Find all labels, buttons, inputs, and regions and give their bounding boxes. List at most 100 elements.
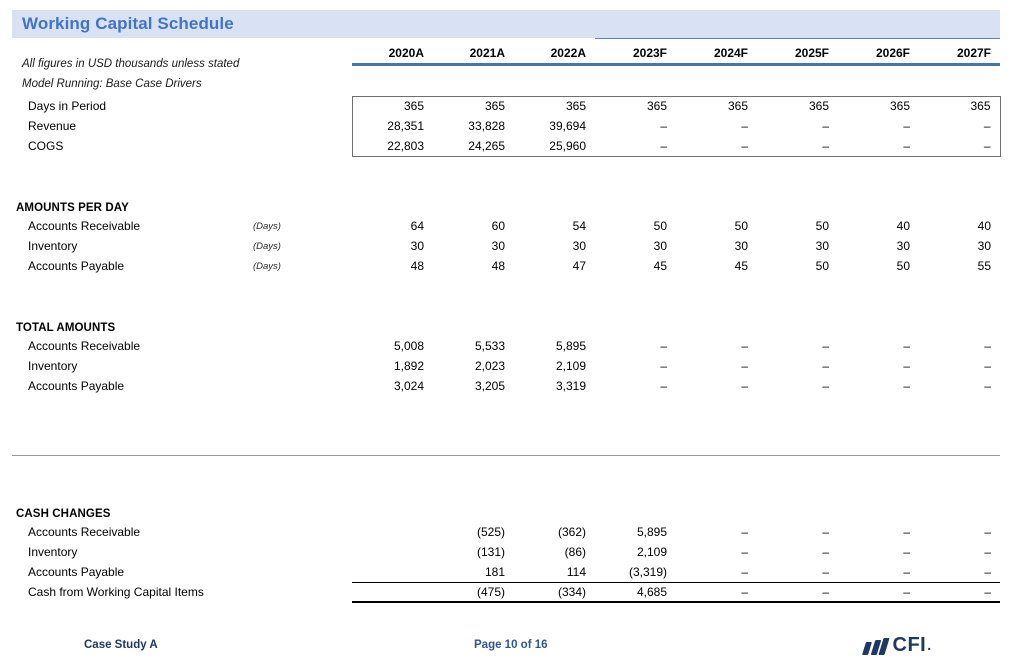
spacer-row [12,156,1000,184]
cell-cogs-2023F: – [595,136,676,157]
cell-apd-ar-2024F: 50 [734,219,748,233]
spacer-row [12,28,1000,38]
cell-apd-ar-2021A: 60 [491,219,505,233]
table-row-cc-inventory: Inventory (131) (86) 2,109 – – – – [12,542,1000,562]
cell-cc-ap-2022A: 114 [566,564,586,579]
row-unit [253,562,352,582]
row-label: Accounts Receivable [28,219,141,233]
cell-ta-ar-2021A: 5,533 [474,339,505,353]
spacer-row [12,434,1000,462]
cell-cc-inv-2024F: – [741,545,748,559]
cell-cogs-2025F: – [757,136,838,157]
cell-ta-inv-2027F: – [984,359,991,373]
cell-days-2020A: 365 [351,95,433,116]
row-unit [253,96,352,116]
header-unit-col [253,38,352,64]
cell-apd-ar-2027F: 40 [977,219,991,233]
cell-cc-ap-2025F: – [822,564,829,579]
cell-cogs-2024F: – [676,136,757,157]
header-year-2025F: 2025F [757,37,838,64]
table-row-apd-inventory: Inventory (Days) 30 30 30 30 30 30 30 30 [12,236,1000,256]
cell-cc-inv-2020A [352,542,433,562]
cell-ta-ap-2026F: – [903,379,910,393]
footer-case-study: Case Study A [84,639,158,651]
spacer-row [12,462,1000,490]
cell-revenue-2025F: – [822,119,829,133]
cell-cfwc-2023F: 4,685 [595,581,676,603]
cell-cfwc-2026F: – [838,581,919,603]
cell-ta-ar-2020A: 5,008 [393,339,424,353]
cell-ta-ar-2023F: – [660,339,667,353]
cell-apd-ap-2025F: 50 [815,259,829,273]
cell-cc-inv-2025F: – [822,545,829,559]
cell-cfwc-2024F: – [676,581,757,603]
row-unit [253,356,352,376]
row-label: Accounts Receivable [28,525,141,539]
cell-cc-ap-2024F: – [741,564,748,579]
cfi-logo-dot: . [927,637,932,653]
row-unit [253,582,352,602]
cell-cc-inv-2021A: (131) [476,545,505,559]
cell-apd-ar-2022A: 54 [572,219,586,233]
row-unit: (Days) [253,220,281,232]
section-divider [12,455,1000,456]
worksheet-page: Working Capital Schedule All figures in … [0,0,1024,672]
row-unit [253,136,352,156]
cell-ta-ar-2027F: – [984,339,991,353]
section-heading-total-amounts: TOTAL AMOUNTS [16,322,116,334]
header-year-2022A: 2022A [550,45,586,60]
cell-cc-ar-2026F: – [903,525,910,539]
cell-ta-ap-2027F: – [984,379,991,393]
cell-days-2021A: 365 [433,95,514,116]
cell-apd-inv-2026F: 30 [896,239,910,253]
cell-apd-ap-2020A: 48 [410,259,424,273]
row-unit [253,336,352,356]
cell-ta-ap-2022A: 3,319 [555,379,586,393]
cell-cc-ap-2023F: (3,319) [628,564,667,579]
cell-cc-inv-2023F: 2,109 [636,545,667,559]
row-label: Accounts Payable [28,379,125,393]
cell-cc-ar-2024F: – [741,525,748,539]
cell-days-2027F: 365 [919,95,1001,116]
table-row-apd-ap: Accounts Payable (Days) 48 48 47 45 45 5… [12,256,1000,276]
header-year-2024F: 2024F [676,37,757,64]
cell-cogs-2026F: – [838,136,919,157]
cfi-logo-text: CFI [892,634,927,656]
cfi-logo: CFI . [862,632,932,658]
section-heading-amounts-per-day: AMOUNTS PER DAY [16,202,129,214]
cell-cc-inv-2026F: – [903,545,910,559]
cell-apd-ap-2023F: 45 [653,259,667,273]
cell-ta-ar-2026F: – [903,339,910,353]
cell-cc-ar-2025F: – [822,525,829,539]
cell-cogs-2027F: – [919,136,1001,157]
cell-cc-ar-2020A [352,522,433,542]
header-label-col [12,38,253,64]
cell-cfwc-2021A: (475) [433,581,514,603]
table-row-ta-ar: Accounts Receivable 5,008 5,533 5,895 – … [12,336,1000,356]
cell-ta-inv-2026F: – [903,359,910,373]
row-label: Accounts Receivable [28,339,141,353]
table-row-cc-ar: Accounts Receivable (525) (362) 5,895 – … [12,522,1000,542]
header-year-2020A: 2020A [388,45,424,60]
section-heading-cash-changes-row: CASH CHANGES [12,500,1000,522]
cell-days-2023F: 365 [595,95,676,116]
cell-apd-ap-2024F: 45 [734,259,748,273]
cell-ta-inv-2024F: – [741,359,748,373]
cfi-bars-icon [862,636,890,655]
cell-apd-ap-2021A: 48 [491,259,505,273]
row-label: Accounts Payable [28,259,125,273]
cell-days-2025F: 365 [757,95,838,116]
cell-revenue-2027F: – [919,116,1001,136]
section-heading-cash-changes: CASH CHANGES [16,508,111,520]
row-unit [253,116,352,136]
cell-ta-ar-2025F: – [822,339,829,353]
row-unit [253,542,352,562]
spacer-row [12,68,1000,96]
cell-cfwc-2027F: – [919,581,1000,603]
table-row-ta-inventory: Inventory 1,892 2,023 2,109 – – – – – [12,356,1000,376]
cell-apd-inv-2022A: 30 [572,239,586,253]
cell-ta-ap-2021A: 3,205 [474,379,505,393]
cell-apd-inv-2025F: 30 [815,239,829,253]
cell-days-2024F: 365 [676,95,757,116]
column-header-row: 2020A 2021A 2022A 2023F 2024F 2025F 2026… [12,37,1000,64]
